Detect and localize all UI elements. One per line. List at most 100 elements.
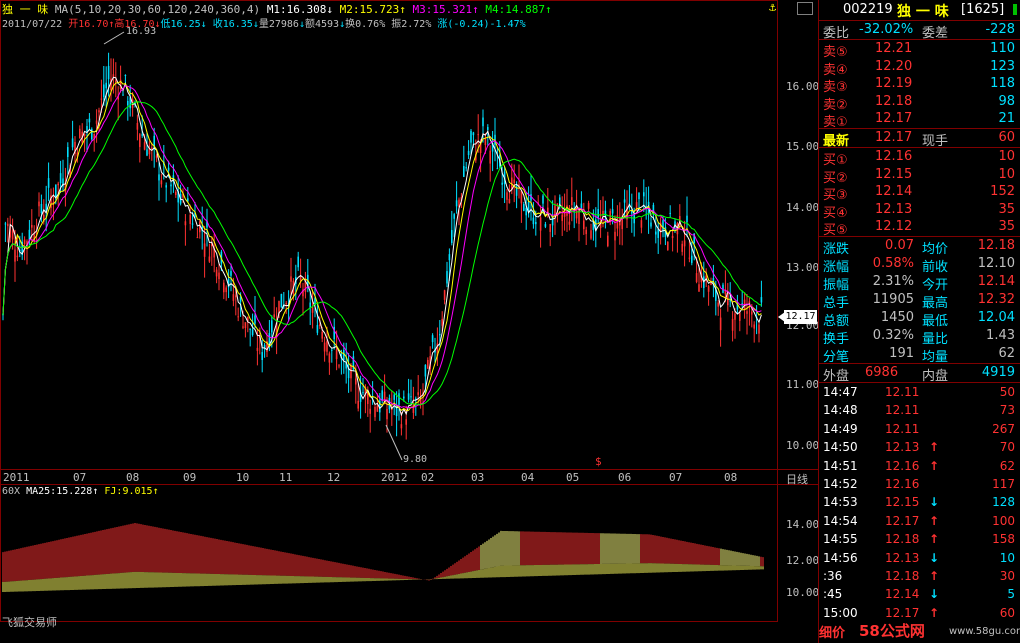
candle-body — [446, 271, 448, 284]
quote-panel: 002219 独 一 味 [1625] 委比 -32.02% 委差 -228 卖… — [818, 0, 1020, 643]
bar-info-line: 2011/07/22 开16.70↑高16.70↓低16.25↓ 收16.35↓… — [2, 15, 526, 30]
tick-time: 14:50 — [823, 440, 858, 455]
tick-price: 12.18 — [885, 569, 920, 583]
window-toggle-icon[interactable] — [797, 2, 813, 15]
arrow-down-icon: ↓ — [200, 19, 207, 30]
price-axis-label: 14.00 — [786, 201, 820, 214]
weibi-value: -32.02% — [859, 22, 914, 37]
latest-price: 12.17 — [875, 130, 913, 145]
tick-price: 12.14 — [885, 587, 920, 602]
buy-level-price: 12.15 — [875, 166, 913, 182]
candle-body — [398, 393, 400, 405]
candle-body — [455, 200, 458, 207]
candle-body — [734, 313, 736, 320]
candle-body — [67, 147, 69, 158]
buy-row: 买③ 12.14 152 — [819, 183, 1020, 203]
candle-body — [578, 210, 580, 224]
candle-body — [170, 184, 172, 187]
tick-row: :36 12.18 ↑ 30 — [819, 567, 1020, 586]
tick-time: 14:52 — [823, 477, 858, 491]
bar-close: 收16.35 — [212, 19, 253, 30]
candle-body — [215, 269, 218, 277]
arrow-up-icon: ↑ — [929, 440, 940, 455]
candle-body — [655, 231, 657, 235]
period-selector[interactable]: 日线 — [786, 471, 808, 487]
candle-body — [731, 318, 734, 331]
buy-level-price: 12.16 — [875, 149, 913, 164]
candle-body — [611, 209, 614, 214]
buy-row: 买⑤ 12.12 35 — [819, 218, 1020, 238]
candle-body — [7, 223, 9, 227]
time-axis-label: 07 — [669, 471, 683, 484]
candle-body — [587, 203, 590, 209]
stat-row: 总手 11905 最高 12.32 — [819, 291, 1020, 311]
marker-leader — [103, 31, 125, 45]
time-axis-label: 12 — [327, 471, 341, 484]
sell-level-price: 12.20 — [875, 58, 913, 74]
candle-body — [667, 241, 669, 251]
anchor-icon[interactable]: ⚓ — [769, 0, 776, 14]
price-axis-label: 11.00 — [786, 378, 820, 391]
candle-body — [357, 400, 359, 409]
candle-body — [739, 312, 741, 321]
tick-volume: 50 — [999, 385, 1015, 399]
candle-body — [470, 130, 472, 143]
tick-row: 14:48 12.11 73 — [819, 401, 1020, 420]
bar-volume: 量27986 — [258, 19, 299, 30]
kline-chart-area[interactable]: 独 一 味 MA(5,10,20,30,60,120,240,360,4) M1… — [0, 0, 820, 643]
candle-body — [405, 419, 407, 425]
stat-value: 0.58% — [872, 256, 914, 271]
arrow-up-icon: ↑ — [92, 486, 99, 497]
candle-body — [285, 302, 287, 304]
candle-body — [31, 224, 33, 228]
candle-body — [71, 138, 74, 148]
candle-body — [484, 137, 487, 146]
candle-body — [223, 282, 225, 293]
candle-body — [362, 392, 364, 394]
candle-body — [16, 255, 19, 258]
buy-level-price: 12.14 — [875, 184, 913, 200]
tick-price: 12.18 — [885, 532, 920, 547]
weicha-value: -228 — [985, 22, 1015, 37]
arrow-down-icon: ↓ — [929, 587, 940, 602]
sell-level-price: 12.18 — [875, 93, 913, 109]
candle-body — [400, 424, 403, 429]
tab-detail-price[interactable]: 细价 — [819, 622, 845, 641]
candle-body — [165, 185, 167, 188]
candle-body — [23, 239, 26, 245]
tick-time: 14:49 — [823, 421, 858, 436]
candle-body — [623, 199, 626, 203]
stat-value: 62 — [998, 346, 1015, 361]
candle-body — [482, 117, 484, 127]
sub-indicator-bars — [2, 523, 764, 593]
sell-row: 卖① 12.17 21 — [819, 110, 1020, 130]
candle-body — [122, 94, 124, 96]
tick-price: 12.11 — [885, 385, 920, 399]
candle-body — [112, 74, 115, 78]
buy-level-price: 12.13 — [875, 201, 913, 217]
candle-body — [758, 324, 760, 334]
scrollbar-thumb[interactable] — [1013, 4, 1017, 15]
candle-body — [146, 149, 148, 156]
kline-svg[interactable] — [0, 0, 818, 643]
time-axis-label: 06 — [618, 471, 632, 484]
latest-row: 最新 12.17 现手 60 — [819, 129, 1020, 149]
candle-body — [539, 217, 542, 231]
candle-body — [40, 204, 43, 214]
tick-price: 12.11 — [885, 403, 920, 418]
tick-time: 14:48 — [823, 403, 858, 418]
candle-body — [175, 191, 177, 195]
sub-indicator-name[interactable]: 60X — [2, 486, 20, 497]
sell-row: 卖⑤ 12.21 110 — [819, 40, 1020, 60]
arrow-down-icon: ↓ — [929, 550, 940, 565]
time-axis-label: 04 — [521, 471, 535, 484]
price-axis-label: 15.00 — [786, 140, 820, 153]
candle-body — [141, 134, 143, 136]
candle-body — [451, 230, 453, 243]
buy-level-volume: 10 — [998, 166, 1015, 182]
sub-ma25: MA25:15.228 — [26, 486, 93, 497]
low-marker: 9.80 — [403, 454, 428, 465]
candle-body — [143, 142, 146, 150]
moving-average-lines — [2, 76, 762, 417]
candle-body — [251, 329, 254, 335]
